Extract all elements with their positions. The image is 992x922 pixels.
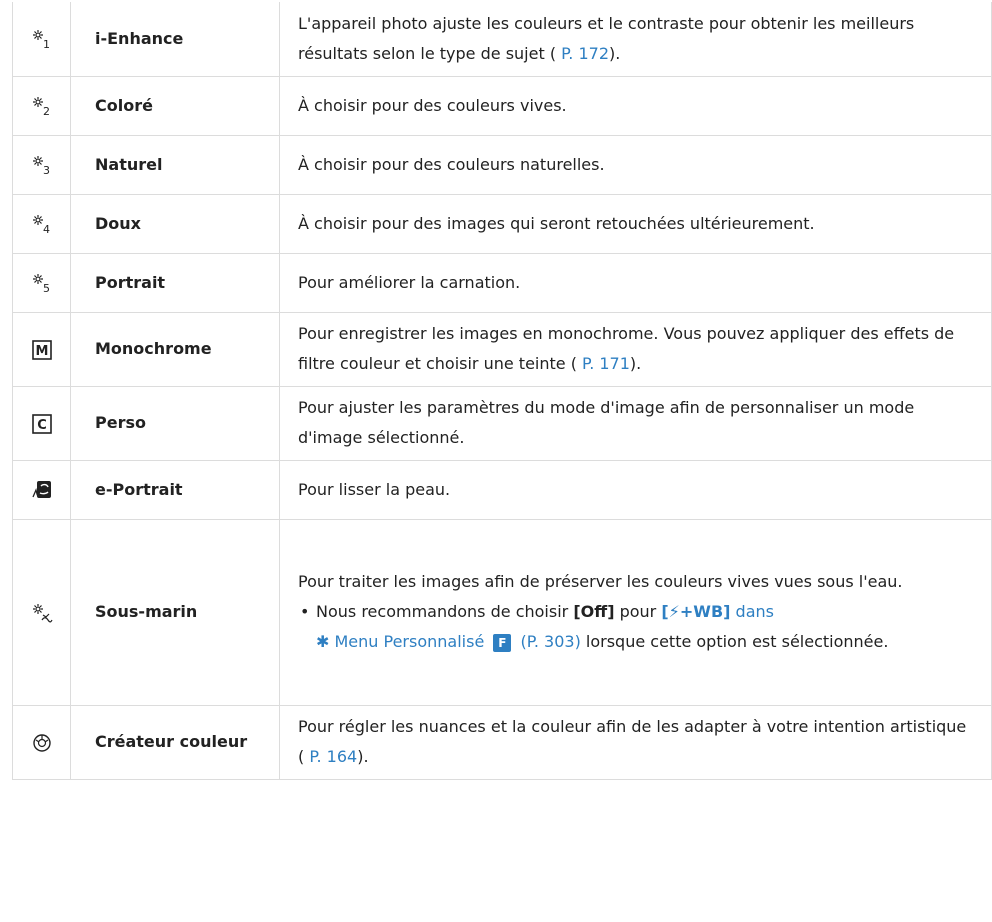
table-row: M Monochrome Pour enregistrer les images… xyxy=(12,311,992,387)
svg-text:1: 1 xyxy=(43,38,50,50)
svg-text:3: 3 xyxy=(43,164,50,176)
mode-name: Sous-marin xyxy=(70,518,280,706)
mode-name: Créateur couleur xyxy=(70,704,280,780)
svg-text:C: C xyxy=(37,418,47,433)
mode-description: À choisir pour des images qui seront ret… xyxy=(279,193,992,254)
menu-f-badge: F xyxy=(493,633,512,652)
mode-name: Perso xyxy=(70,385,280,461)
e-portrait-icon xyxy=(31,479,53,501)
svg-text:4: 4 xyxy=(43,223,50,235)
gear-icon: ✱ xyxy=(316,632,330,651)
table-row: Créateur couleur Pour régler les nuances… xyxy=(12,704,992,780)
mode-name: Portrait xyxy=(70,252,280,313)
svg-text:2: 2 xyxy=(43,105,50,117)
mode-description: Pour lisser la peau. xyxy=(279,459,992,520)
mode-name: e-Portrait xyxy=(70,459,280,520)
page-ref-link[interactable]: (P. 303) xyxy=(515,632,580,651)
table-row: 3 Naturel À choisir pour des couleurs na… xyxy=(12,134,992,195)
custom-menu-link[interactable]: ✱ Menu Personnalisé xyxy=(316,632,489,651)
table-row: C Perso Pour ajuster les paramètres du m… xyxy=(12,385,992,461)
flash-wb-link[interactable]: [⚡+WB] xyxy=(661,602,730,621)
flower-2-icon: 2 xyxy=(31,95,53,117)
color-creator-icon xyxy=(31,732,53,754)
mode-description: Pour traiter les images afin de préserve… xyxy=(279,518,992,706)
mode-description: L'appareil photo ajuste les couleurs et … xyxy=(279,2,992,77)
bullet-icon: • xyxy=(300,602,310,621)
mode-name: Naturel xyxy=(70,134,280,195)
monochrome-icon: M xyxy=(31,339,53,361)
table-row: 1 i-Enhance L'appareil photo ajuste les … xyxy=(12,2,992,77)
flower-5-icon: 5 xyxy=(31,272,53,294)
mode-name: Doux xyxy=(70,193,280,254)
flash-icon: ⚡ xyxy=(668,602,680,621)
picture-mode-table-page: 1 i-Enhance L'appareil photo ajuste les … xyxy=(0,0,992,922)
table-row: 2 Coloré À choisir pour des couleurs viv… xyxy=(12,75,992,136)
table-row: Sous-marin Pour traiter les images afin … xyxy=(12,518,992,706)
mode-name: Monochrome xyxy=(70,311,280,387)
mode-description: Pour ajuster les paramètres du mode d'im… xyxy=(279,385,992,461)
table-row: 5 Portrait Pour améliorer la carnation. xyxy=(12,252,992,313)
mode-description: Pour enregistrer les images en monochrom… xyxy=(279,311,992,387)
table-row: e-Portrait Pour lisser la peau. xyxy=(12,459,992,520)
svg-text:M: M xyxy=(35,344,48,359)
off-setting: [Off] xyxy=(573,602,615,621)
mode-description: À choisir pour des couleurs vives. xyxy=(279,75,992,136)
flower-3-icon: 3 xyxy=(31,154,53,176)
page-ref-link[interactable]: P. 172 xyxy=(556,44,609,63)
mode-name: i-Enhance xyxy=(70,2,280,77)
custom-icon: C xyxy=(31,413,53,435)
flower-4-icon: 4 xyxy=(31,213,53,235)
underwater-icon xyxy=(31,602,53,624)
mode-description: Pour régler les nuances et la couleur af… xyxy=(279,704,992,780)
page-ref-link[interactable]: P. 171 xyxy=(577,354,630,373)
mode-name: Coloré xyxy=(70,75,280,136)
flower-1-icon: 1 xyxy=(31,28,53,50)
recommendation-bullet: • Nous recommandons de choisir [Off] pou… xyxy=(298,597,973,657)
picture-mode-table: 1 i-Enhance L'appareil photo ajuste les … xyxy=(12,2,992,780)
svg-text:5: 5 xyxy=(43,282,50,294)
table-row: 4 Doux À choisir pour des images qui ser… xyxy=(12,193,992,254)
mode-description: À choisir pour des couleurs naturelles. xyxy=(279,134,992,195)
page-ref-link[interactable]: P. 164 xyxy=(304,747,357,766)
mode-description: Pour améliorer la carnation. xyxy=(279,252,992,313)
